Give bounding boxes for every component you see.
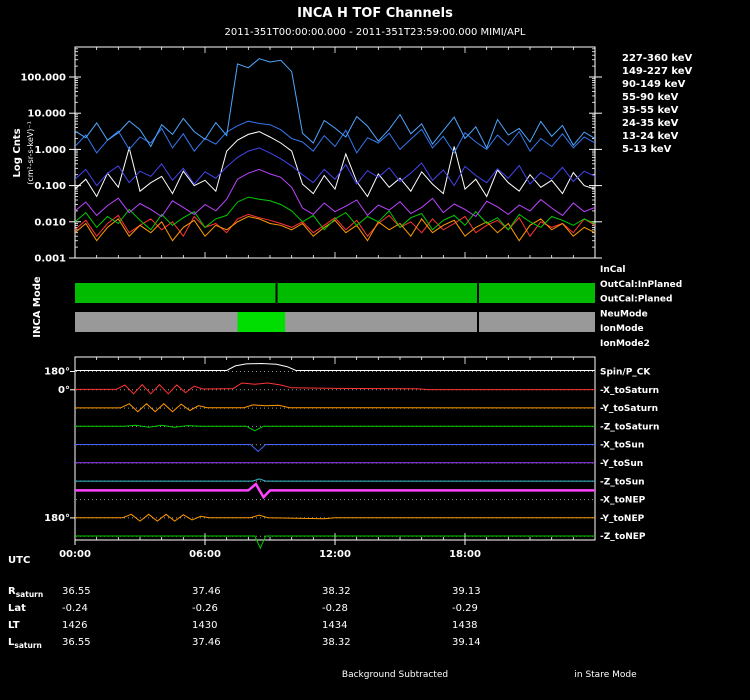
- attitude-ytick-label: 180°: [44, 513, 70, 524]
- mode-legend-item: NeuMode: [600, 309, 648, 319]
- attitude-legend-item: -X_toSun: [600, 441, 644, 451]
- utc-tick-label: 12:00: [319, 549, 351, 560]
- mode-legend-item: OutCal:InPlaned: [600, 280, 682, 290]
- ephemeris-value: -0.24: [62, 603, 88, 614]
- energy-legend-item: 5-13 keV: [622, 144, 672, 155]
- tof-ytick-label: 0.100: [34, 181, 66, 192]
- tof-ytick-label: 100.000: [20, 73, 66, 84]
- energy-series-line: [75, 196, 595, 231]
- ephemeris-value: 1434: [322, 620, 347, 631]
- ephemeris-value: 39.14: [452, 637, 481, 648]
- mode-bar-divider: [275, 283, 278, 303]
- tof-ytick-label: 10.000: [27, 109, 66, 120]
- plot-canvas: 100.000 10.000 1.000 0.100 0.010 0.001 227-360…: [8, 46, 693, 650]
- ephemeris-row-label: Lsaturn: [8, 637, 42, 650]
- attitude-legend-item: -Y_toSaturn: [600, 404, 658, 414]
- attitude-series-line: [75, 362, 595, 371]
- mode-legend-item: IonMode: [600, 324, 644, 334]
- ephemeris-row-label: Rsaturn: [8, 586, 43, 599]
- attitude-legend-item: -Y_toNEP: [600, 514, 645, 524]
- mode-legend-item: OutCal:Planed: [600, 295, 672, 305]
- energy-series-line: [75, 168, 595, 218]
- mode-ylabel: INCA Mode: [32, 276, 43, 338]
- mode-bar-segment: [75, 312, 595, 332]
- mode-legend-item: InCal: [600, 265, 626, 275]
- mode-bar-divider: [477, 283, 479, 303]
- tof-ytick-label: 0.001: [34, 254, 66, 265]
- ephemeris-value: 37.46: [192, 637, 221, 648]
- energy-legend-item: 24-35 keV: [622, 118, 679, 129]
- attitude-series-line: [75, 482, 595, 500]
- ephemeris-value: 1426: [62, 620, 87, 631]
- tof-ylabel: Log Cnts: [12, 128, 23, 177]
- ephemeris-row-label: Lat: [8, 603, 26, 614]
- attitude-legend-item: Spin/P_CK: [600, 368, 651, 378]
- attitude-series-line: [75, 382, 595, 395]
- tof-series-group: [75, 58, 595, 242]
- attitude-legend-item: -Y_toSun: [600, 459, 643, 469]
- energy-series-line: [75, 120, 595, 154]
- attitude-legend-item: -Z_toSaturn: [600, 422, 659, 432]
- ephemeris-value: 1438: [452, 620, 477, 631]
- inca-tof-screen: INCA H TOF Channels 2011-351T00:00:00.00…: [0, 0, 750, 700]
- utc-tick-label: 06:00: [189, 549, 221, 560]
- attitude-series-line: [75, 444, 595, 453]
- utc-tick-label: 18:00: [449, 549, 481, 560]
- attitude-series-line: [75, 478, 595, 482]
- ephemeris-value: 1430: [192, 620, 217, 631]
- tof-ylabel-units: (cm²-sr-s-keV)⁻¹: [26, 121, 35, 185]
- utc-tick-label: 00:00: [59, 549, 91, 560]
- footer-background-subtracted: Background Subtracted: [341, 670, 449, 680]
- ephemeris-value: 37.46: [192, 586, 221, 597]
- attitude-legend-item: -X_toSaturn: [600, 386, 659, 396]
- tof-ytick-label: 1.000: [34, 145, 66, 156]
- energy-legend-item: 55-90 keV: [622, 92, 679, 103]
- mode-bar-divider: [477, 312, 479, 332]
- energy-legend-item: 13-24 keV: [622, 131, 679, 142]
- energy-legend-item: 90-149 keV: [622, 79, 686, 90]
- energy-legend-item: 149-227 keV: [622, 66, 693, 77]
- attitude-legend-item: -Z_toNEP: [600, 532, 646, 542]
- utc-axis-label: UTC: [8, 555, 30, 566]
- energy-series-line: [75, 147, 595, 187]
- attitude-legend-item: -Z_toSun: [600, 477, 645, 487]
- ephemeris-value: -0.28: [322, 603, 348, 614]
- ephemeris-value: -0.29: [452, 603, 478, 614]
- mode-bar-segment: [75, 283, 595, 303]
- ephemeris-value: 36.55: [62, 637, 91, 648]
- ephemeris-row-label: LT: [8, 620, 20, 631]
- mode-bar-segment: [237, 312, 286, 332]
- ephemeris-value: 38.32: [322, 586, 351, 597]
- ephemeris-value: -0.26: [192, 603, 218, 614]
- attitude-series-line: [75, 513, 595, 522]
- ephemeris-value: 36.55: [62, 586, 91, 597]
- mode-legend-item: IonMode2: [600, 339, 650, 349]
- attitude-series-line: [75, 424, 595, 432]
- attitude-ytick-label: 180°: [44, 367, 70, 378]
- energy-legend-item: 35-55 keV: [622, 105, 679, 116]
- ephemeris-value: 39.13: [452, 586, 481, 597]
- footer-stare-mode: in Stare Mode: [574, 670, 637, 680]
- ephemeris-value: 38.32: [322, 637, 351, 648]
- attitude-ytick-label: 0°: [58, 385, 70, 396]
- attitude-panel-frame: [74, 356, 596, 541]
- energy-legend-item: 227-360 keV: [622, 53, 693, 64]
- tof-ytick-label: 0.010: [34, 217, 66, 228]
- attitude-legend-item: -X_toNEP: [600, 496, 646, 506]
